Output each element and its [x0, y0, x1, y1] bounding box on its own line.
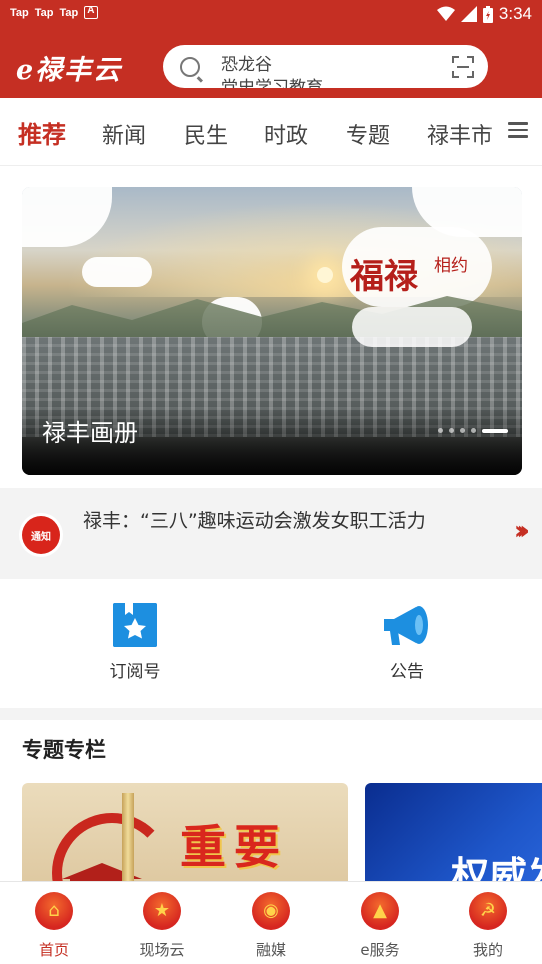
- category-tabs: 推荐 新闻 民生 时政 专题 禄丰市: [0, 98, 542, 166]
- banner-carousel[interactable]: 福禄 相约 禄丰画册: [22, 187, 522, 475]
- banner-brand-side: 相约: [434, 256, 468, 276]
- nav-profile[interactable]: ☭ 我的: [434, 892, 542, 960]
- nav-profile-label: 我的: [472, 941, 503, 959]
- app-header: e禄丰云 恐龙谷 党史学习教育: [0, 30, 542, 98]
- menu-icon[interactable]: [508, 122, 528, 138]
- megaphone-icon: [382, 603, 432, 647]
- live-cloud-icon: ★: [143, 892, 181, 930]
- section-divider: [0, 708, 542, 720]
- carousel-dot: [460, 428, 465, 433]
- profile-icon: ☭: [469, 892, 507, 930]
- announcement-label: 公告: [390, 662, 424, 682]
- media-icon: ◉: [252, 892, 290, 930]
- tab-politics[interactable]: 时政: [264, 118, 308, 150]
- banner-sun: [317, 267, 333, 283]
- search-hint-line1: 恐龙谷: [221, 55, 272, 75]
- carousel-dot: [438, 428, 443, 433]
- subscription-label: 订阅号: [109, 662, 161, 682]
- banner-cloud: [352, 307, 472, 347]
- tab-news[interactable]: 新闻: [102, 118, 146, 150]
- nav-media-label: 融媒: [255, 941, 286, 959]
- nav-media[interactable]: ◉ 融媒: [217, 892, 325, 960]
- carousel-dot-active: [482, 428, 508, 433]
- news-ticker[interactable]: 通知 禄丰：“三八”趣味运动会激发女职工活力 ›››: [0, 488, 542, 579]
- special-section-title: 专题专栏: [22, 738, 106, 762]
- tab-fade: [488, 108, 498, 156]
- nav-home-label: 首页: [38, 941, 69, 959]
- carousel-dot: [449, 428, 454, 433]
- subscription-entry[interactable]: 订阅号: [75, 603, 195, 682]
- carousel-indicator: [438, 428, 508, 433]
- carousel-dot: [471, 428, 476, 433]
- notification-app-2: Tap: [34, 6, 54, 19]
- double-chevron-right-icon[interactable]: ›››: [514, 516, 530, 546]
- tab-lufeng-city[interactable]: 禄丰市: [427, 118, 493, 150]
- banner-brand: 福禄: [350, 257, 418, 297]
- card1-title: 重要: [180, 820, 288, 874]
- search-icon: [180, 57, 200, 77]
- clock: 3:34: [498, 4, 532, 23]
- app-notification-icon: [84, 5, 99, 19]
- nav-service[interactable]: ▲ e服务: [326, 892, 434, 960]
- tab-livelihood[interactable]: 民生: [184, 118, 228, 150]
- notification-app-3: Tap: [59, 6, 79, 19]
- notice-badge-icon: 通知: [22, 516, 60, 554]
- banner-caption: 禄丰画册: [42, 419, 138, 447]
- tab-special[interactable]: 专题: [346, 118, 390, 150]
- bottom-navigation: ⌂ 首页 ★ 现场云 ◉ 融媒 ▲ e服务 ☭ 我的: [0, 881, 542, 964]
- tab-recommend[interactable]: 推荐: [18, 115, 66, 150]
- wifi-icon: [436, 6, 455, 21]
- battery-icon: [482, 5, 493, 23]
- search-bar[interactable]: 恐龙谷 党史学习教育: [163, 45, 488, 88]
- quick-entries: 订阅号 公告: [0, 579, 542, 708]
- subscription-icon: [113, 603, 157, 647]
- search-hint-line2: 党史学习教育: [221, 78, 323, 88]
- home-icon: ⌂: [35, 892, 73, 930]
- notification-app-1: Tap: [10, 6, 29, 19]
- service-icon: ▲: [361, 892, 399, 930]
- banner-cloud: [82, 257, 152, 287]
- scan-icon[interactable]: [452, 56, 474, 78]
- nav-live-cloud[interactable]: ★ 现场云: [108, 892, 216, 960]
- ticker-headline[interactable]: 禄丰：“三八”趣味运动会激发女职工活力: [83, 506, 463, 536]
- status-bar: Tap Tap Tap 3:34: [0, 0, 542, 30]
- app-logo: e禄丰云: [16, 55, 123, 86]
- nav-service-label: e服务: [360, 941, 400, 959]
- notification-apps: Tap Tap Tap: [10, 5, 99, 19]
- status-indicators: 3:34: [436, 4, 532, 24]
- announcement-entry[interactable]: 公告: [347, 603, 467, 682]
- nav-home[interactable]: ⌂ 首页: [0, 892, 108, 960]
- signal-icon: [460, 6, 477, 22]
- nav-live-cloud-label: 现场云: [139, 941, 185, 959]
